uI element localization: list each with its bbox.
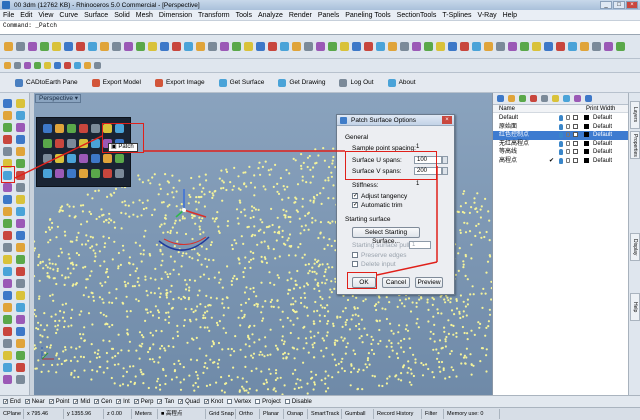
- annotation-lines: [14, 135, 438, 276]
